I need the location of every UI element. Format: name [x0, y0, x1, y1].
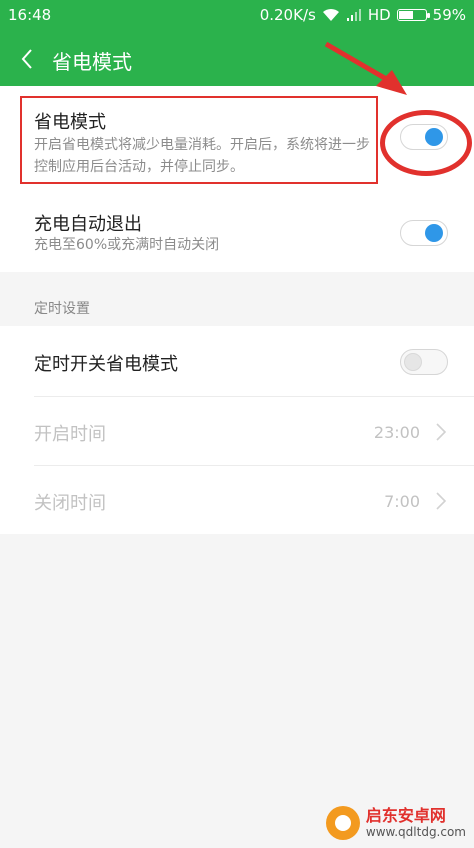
- battery-fill: [398, 11, 414, 19]
- battery-percent: 59%: [432, 6, 466, 24]
- status-right: 0.20K/s HD 59%: [260, 6, 466, 24]
- back-button[interactable]: [14, 44, 40, 74]
- annotation-highlight-box: [20, 96, 378, 184]
- watermark-text: 启东安卓网 www.qdltdg.com: [365, 806, 466, 840]
- schedule-toggle-row[interactable]: 定时开关省电模式: [0, 328, 474, 396]
- auto-exit-description: 充电至60%或充满时自动关闭: [34, 237, 220, 253]
- end-time-title: 关闭时间: [34, 493, 106, 514]
- schedule-toggle-switch[interactable]: [400, 349, 448, 375]
- divider: [34, 396, 474, 397]
- start-time-title: 开启时间: [34, 424, 106, 445]
- chevron-right-icon: [436, 492, 447, 510]
- chevron-left-icon: [21, 49, 32, 69]
- watermark-name: 启东安卓网: [365, 806, 446, 825]
- status-time: 16:48: [8, 6, 52, 24]
- network-speed: 0.20K/s: [259, 6, 316, 24]
- annotation-highlight-ellipse: [380, 110, 472, 176]
- battery-icon: [396, 9, 430, 21]
- switch-knob: [425, 224, 443, 242]
- chevron-right-icon: [436, 423, 447, 441]
- start-time-value: 23:00: [373, 423, 420, 442]
- schedule-toggle-title: 定时开关省电模式: [34, 354, 178, 375]
- switch-knob: [404, 353, 422, 371]
- auto-exit-switch[interactable]: [400, 220, 448, 246]
- schedule-section-header: 定时设置: [34, 301, 90, 317]
- end-time-row[interactable]: 关闭时间 7:00: [0, 467, 474, 535]
- wifi-icon: [322, 8, 339, 21]
- app-bar: 省电模式: [0, 32, 474, 86]
- watermark-url: www.qdltdg.com: [365, 825, 466, 839]
- page-title: 省电模式: [52, 50, 132, 74]
- watermark-logo-icon: [325, 806, 360, 840]
- start-time-row[interactable]: 开启时间 23:00: [0, 398, 474, 466]
- auto-exit-title: 充电自动退出: [34, 214, 142, 235]
- end-time-value: 7:00: [384, 492, 420, 511]
- network-type: HD: [367, 6, 391, 24]
- watermark: 启东安卓网 www.qdltdg.com: [325, 806, 466, 840]
- divider: [34, 465, 474, 466]
- auto-exit-row[interactable]: 充电自动退出 充电至60%或充满时自动关闭: [0, 200, 474, 266]
- signal-icon: [346, 9, 361, 21]
- status-bar: 16:48 0.20K/s HD 59%: [0, 0, 474, 32]
